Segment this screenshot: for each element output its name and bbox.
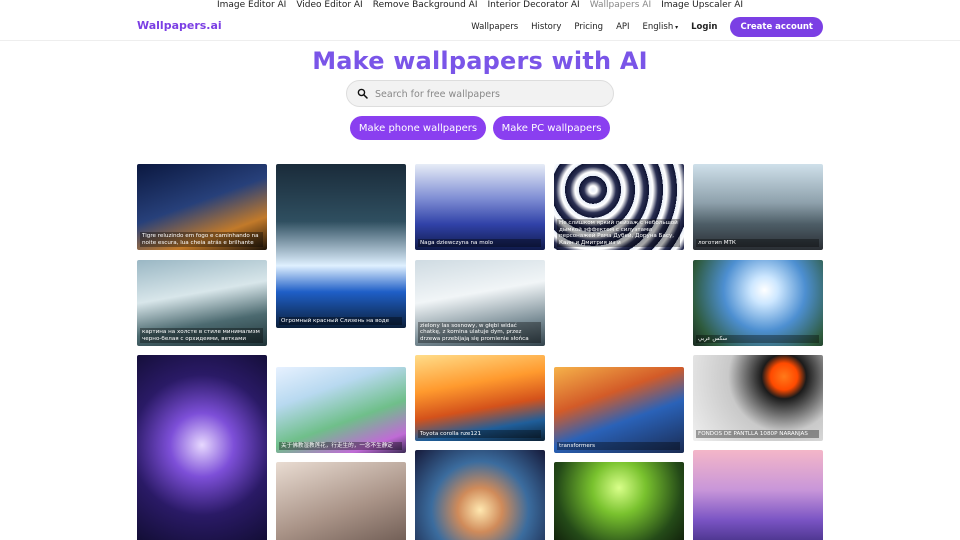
wallpaper-card[interactable]: Огромный красный Слизень на воде xyxy=(276,164,406,328)
wallpaper-caption: zielony las sosnowy, w głębi widać chatk… xyxy=(418,321,541,343)
wallpaper-card[interactable] xyxy=(137,355,267,540)
wallpaper-caption: 关于佛教湿教莲花，行走生的，一念不生静定 xyxy=(279,441,402,450)
language-dropdown[interactable]: English xyxy=(643,22,679,32)
top-link-video-editor-ai[interactable]: Video Editor AI xyxy=(296,0,362,11)
top-link-interior-decorator-ai[interactable]: Interior Decorator AI xyxy=(487,0,579,11)
nav-pricing-link[interactable]: Pricing xyxy=(574,22,603,32)
make-pc-wallpapers-button[interactable]: Make PC wallpapers xyxy=(493,116,610,140)
wallpaper-caption: سكس عربي xyxy=(696,334,819,343)
wallpaper-card[interactable]: سكس عربي xyxy=(693,260,823,346)
wallpaper-card[interactable]: Tigre reluzindo em fogo e caminhando na … xyxy=(137,164,267,250)
wallpaper-card[interactable]: zielony las sosnowy, w głębi widać chatk… xyxy=(415,260,545,346)
wallpaper-caption: Огромный красный Слизень на воде xyxy=(279,316,402,325)
nav-links: Wallpapers History Pricing API English L… xyxy=(471,13,823,40)
wallpaper-caption: Не слишком яркий пейзаж с небольшой дымк… xyxy=(557,219,680,247)
wallpaper-card[interactable]: логотип МТК xyxy=(693,164,823,250)
login-link[interactable]: Login xyxy=(691,22,717,32)
nav-history-link[interactable]: History xyxy=(531,22,561,32)
wallpaper-caption: Tigre reluzindo em fogo e caminhando na … xyxy=(140,232,263,247)
search-input[interactable] xyxy=(375,85,605,103)
wallpaper-card[interactable]: transformers xyxy=(554,367,684,453)
top-link-wallpapers-ai[interactable]: Wallpapers AI xyxy=(590,0,651,11)
main-nav: Wallpapers.ai Wallpapers History Pricing… xyxy=(0,13,960,40)
wallpaper-caption: логотип МТК xyxy=(696,238,819,247)
create-account-button[interactable]: Create account xyxy=(730,16,823,37)
top-link-image-upscaler-ai[interactable]: Image Upscaler AI xyxy=(661,0,743,11)
wallpaper-card[interactable]: Toyota corolla nze121 xyxy=(415,355,545,441)
wallpaper-card[interactable]: 关于佛教湿教莲花，行走生的，一念不生静定 xyxy=(276,367,406,453)
wallpaper-card[interactable] xyxy=(693,450,823,540)
search-icon xyxy=(357,88,368,99)
search-bar[interactable] xyxy=(346,80,614,107)
wallpaper-card[interactable] xyxy=(554,462,684,540)
make-phone-wallpapers-button[interactable]: Make phone wallpapers xyxy=(350,116,486,140)
nav-wallpapers-link[interactable]: Wallpapers xyxy=(471,22,518,32)
wallpaper-card[interactable] xyxy=(415,450,545,540)
wallpaper-caption: картина на холсте в стиле минимализм чер… xyxy=(140,328,263,343)
wallpaper-card[interactable]: FONDOS DE PANTLLA 1080P NARANJAS xyxy=(693,355,823,441)
top-link-image-editor-ai[interactable]: Image Editor AI xyxy=(217,0,286,11)
hero-title: Make wallpapers with AI xyxy=(312,47,648,75)
wallpaper-gallery: Tigre reluzindo em fogo e caminhando na … xyxy=(137,164,823,540)
top-product-links: Image Editor AI Video Editor AI Remove Bac… xyxy=(0,0,960,11)
wallpaper-card[interactable] xyxy=(276,462,406,540)
nav-divider xyxy=(0,40,960,41)
wallpaper-caption: FONDOS DE PANTLLA 1080P NARANJAS xyxy=(696,429,819,438)
top-link-remove-background-ai[interactable]: Remove Background AI xyxy=(373,0,478,11)
wallpaper-caption: Naga dziewczyna na molo xyxy=(418,238,541,247)
nav-api-link[interactable]: API xyxy=(616,22,629,32)
wallpaper-caption: Toyota corolla nze121 xyxy=(418,429,541,438)
wallpaper-caption: transformers xyxy=(557,441,680,450)
site-logo[interactable]: Wallpapers.ai xyxy=(137,19,222,32)
wallpaper-card[interactable]: Naga dziewczyna na molo xyxy=(415,164,545,250)
wallpaper-card[interactable]: Не слишком яркий пейзаж с небольшой дымк… xyxy=(554,164,684,250)
wallpaper-card[interactable]: картина на холсте в стиле минимализм чер… xyxy=(137,260,267,346)
